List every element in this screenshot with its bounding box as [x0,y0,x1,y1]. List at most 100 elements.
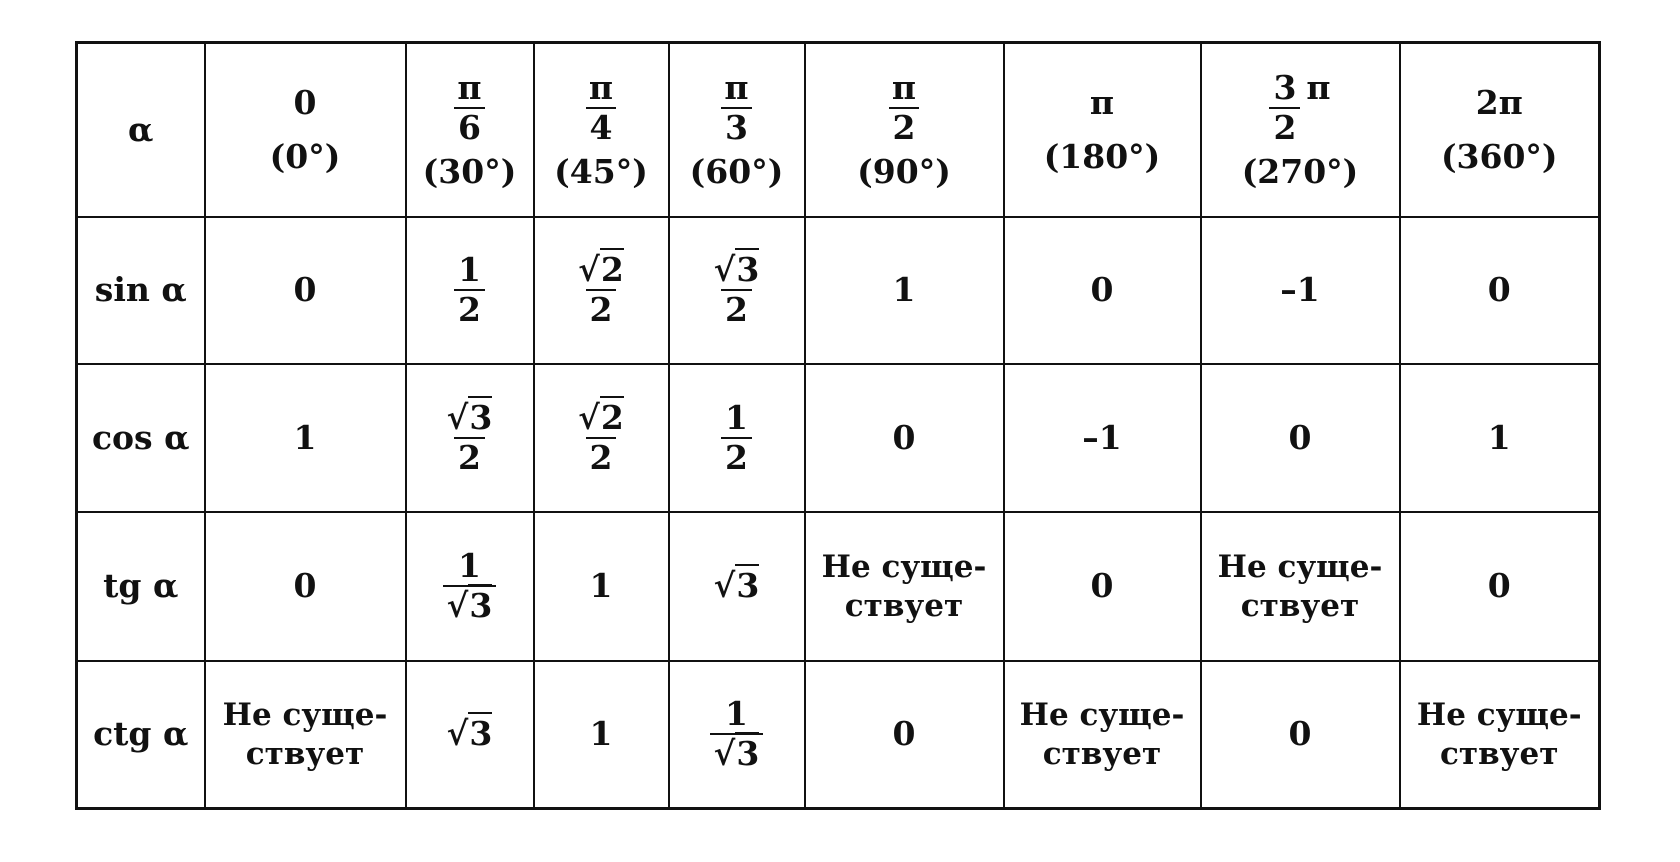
row-label: sin α [75,215,206,365]
table-cell: 0 [1002,510,1202,662]
radical-sign: √ [446,714,469,754]
table-cell: 0 [803,659,1005,810]
table-cell: 1 [532,659,670,810]
radical-sign: √ [713,566,736,606]
cell-value: 1 [293,417,317,457]
table-cell: √3 2 [667,215,806,365]
header-angle: π 4 (45°) [532,41,670,218]
table-cell: 1 √3 [404,510,535,662]
radicand: 3 [735,248,760,290]
cell-value: Не суще-ствует [1019,697,1185,773]
table-cell: –1 [1002,362,1202,513]
numerator: 1 [725,694,748,734]
sqrt: √2 [578,248,624,290]
table-cell: √3 2 [404,362,535,513]
fraction: 1 √3 [442,546,497,625]
table-cell: Не суще-ствует [803,510,1005,662]
table-cell: Не суще-ствует [1398,659,1601,810]
header-angle: 2π (360°) [1398,41,1601,218]
radicand: 3 [468,584,493,625]
table-cell: Не суще-ствует [1002,659,1202,810]
cell-value: –1 [1082,417,1122,457]
sqrt: √3 [446,395,493,437]
cell-value: √3 [713,564,760,606]
sqrt: √3 [446,712,493,754]
angle-fraction: π3 [720,68,752,147]
numerator: √3 [443,395,497,437]
table-cell: Не суще-ствует [203,659,407,810]
angle-degrees: (60°) [689,151,784,191]
header-alpha: α [75,41,206,218]
row-label: ctg α [75,659,206,810]
header-angle: 0 (0°) [203,41,407,218]
table-cell: 0 [1199,362,1401,513]
cell-value: Не суще-ствует [821,548,987,624]
denominator: 2 [585,436,617,477]
table-cell: 0 [803,362,1005,513]
denominator: √3 [709,732,764,774]
numerator: √2 [574,248,628,290]
angle-degrees: (0°) [269,136,341,176]
denominator: 2 [721,289,752,329]
radicand: 3 [735,564,760,606]
table-cell: 0 [203,215,407,365]
header-angle: π 6 (30°) [404,41,535,218]
table-cell: 0 [203,510,407,662]
radicand: 3 [468,712,493,754]
radicand: 2 [599,395,624,437]
table-cell: 0 [1002,215,1202,365]
denominator: 2 [454,436,485,477]
fraction: 12 [454,251,485,329]
cell-value: 0 [1487,566,1511,606]
numerator: 1 [725,397,748,437]
denominator: 2 [721,436,752,477]
table-cell: 1 [803,215,1005,365]
cell-value: Не суще-ствует [222,697,388,773]
cell-value: √3 2 [443,395,497,476]
table-row: cos α 1 √3 2 √2 2 1 2 0 –1 0 1 [75,362,1601,513]
angle-fraction: 32 [1269,68,1301,147]
table-cell: Не суще-ствует [1199,510,1401,662]
sqrt: √3 [714,248,760,290]
cell-value: 1 [892,270,916,310]
header-angle: 3 2 π (270°) [1199,41,1401,218]
cell-value: 0 [293,566,317,606]
cell-value: 1 [589,714,613,754]
fraction: √3 2 [443,395,497,477]
cell-value: √3 [446,712,493,754]
fraction: 1 √3 [709,694,764,774]
cell-value: √3 2 [710,248,764,328]
table-cell: 1 [532,510,670,662]
numerator: 1 [458,546,481,586]
sqrt: √3 [713,732,760,774]
sqrt: √2 [578,395,624,437]
trig-values-table: α 0 (0°) π 6 (30°) π 4 (45°) π 3 (60°) π 2 (90°) π (180°… [75,41,1601,810]
radical-sign: √ [578,250,600,290]
cell-value: Не суще-ствует [1416,697,1582,773]
table-row: tg α 0 1 √3 1 √3 Не суще-ствует 0 Не суще-ствует… [75,510,1601,662]
cell-value: 1 √3 [442,547,497,625]
table-cell: 1 [203,362,407,513]
radical-sign: √ [713,734,736,774]
cell-value: 0 [892,417,916,457]
radical-sign: √ [446,397,469,437]
radicand: 3 [468,395,493,437]
cell-value: 0 [1288,714,1312,754]
angle-fraction: π6 [453,68,485,147]
cell-value: 12 [454,251,485,328]
header-angle: π 3 (60°) [667,41,806,218]
cell-value: √2 2 [574,395,628,476]
angle-fraction: π4 [585,68,617,147]
radical-sign: √ [578,397,600,437]
sqrt: √3 [447,584,493,625]
table-cell: –1 [1199,215,1401,365]
angle-degrees: (30°) [422,151,517,191]
header-angle: π (180°) [1002,41,1202,218]
cell-value: 0 [892,714,916,754]
cell-value: 12 [721,398,752,476]
cell-value: 0 [1288,417,1312,457]
table-cell: 12 [404,215,535,365]
cell-value: 1 [589,566,613,606]
fraction: √3 2 [710,248,764,329]
table-cell: 0 [1398,510,1601,662]
